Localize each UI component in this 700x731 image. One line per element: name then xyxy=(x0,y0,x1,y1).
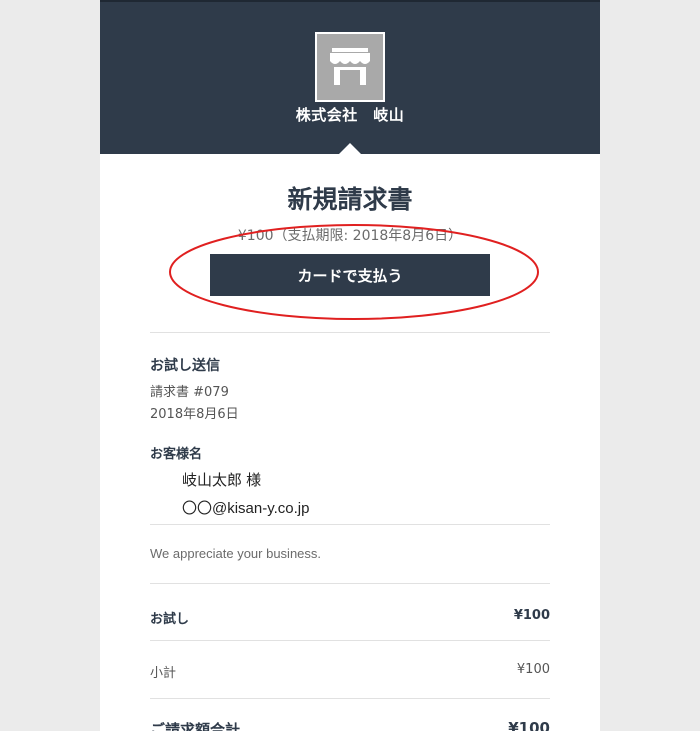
header-pointer xyxy=(339,143,361,154)
subtotal-amount: ¥100 xyxy=(516,662,550,677)
subtotal-label: 小計 xyxy=(150,666,177,681)
line-item-label: お試し xyxy=(150,612,190,627)
total-amount: ¥100 xyxy=(508,719,550,731)
divider xyxy=(150,698,550,699)
invoice-number: 請求書 #079 xyxy=(150,385,229,400)
invoice-card: 株式会社 岐山 新規請求書 ¥100（支払期限: 2018年8月6日） カードで… xyxy=(100,0,600,731)
storefront-icon xyxy=(330,48,370,85)
customer-email: 〇〇@kisan-y.co.jp xyxy=(182,500,310,517)
line-item-amount: ¥100 xyxy=(513,608,550,623)
divider xyxy=(150,332,550,333)
company-name: 株式会社 岐山 xyxy=(295,106,405,124)
company-logo xyxy=(315,32,385,102)
invoice-date: 2018年8月6日 xyxy=(150,407,239,422)
divider xyxy=(150,583,550,584)
invoice-header: 株式会社 岐山 xyxy=(100,0,600,154)
invoice-title: 新規請求書 xyxy=(287,185,413,214)
divider xyxy=(150,640,550,641)
amount-due-line: ¥100（支払期限: 2018年8月6日） xyxy=(237,228,463,244)
line-item-row: お試し ¥100 xyxy=(150,608,550,627)
customer-name: 岐山太郎 様 xyxy=(182,472,262,489)
divider xyxy=(150,524,550,525)
invoice-subject: お試し送信 xyxy=(150,358,220,374)
subtotal-row: 小計 ¥100 xyxy=(150,662,550,681)
total-label: ご請求額合計 xyxy=(150,721,241,731)
customer-heading: お客様名 xyxy=(150,447,203,462)
thank-you-message: We appreciate your business. xyxy=(150,546,322,561)
total-row: ご請求額合計 ¥100 xyxy=(150,719,550,731)
pay-by-card-button[interactable]: カードで支払う xyxy=(210,254,490,296)
header-top-border xyxy=(100,0,600,2)
